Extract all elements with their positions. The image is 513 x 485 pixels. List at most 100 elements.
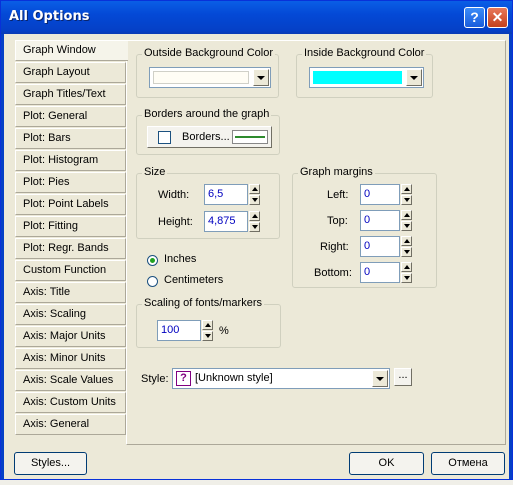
spin-up-icon[interactable] — [401, 184, 412, 194]
margin-bottom-input[interactable]: 0 — [360, 262, 400, 283]
tab-axis-minor-units[interactable]: Axis: Minor Units — [15, 348, 126, 369]
inside-background-label: Inside Background Color — [302, 47, 427, 59]
tab-plot-bars[interactable]: Plot: Bars — [15, 128, 126, 149]
margin-top-label: Top: — [327, 215, 348, 227]
style-browse-button[interactable]: ... — [394, 368, 412, 386]
inside-color-dropdown-button[interactable] — [406, 69, 422, 86]
graph-margins-label: Graph margins — [298, 166, 375, 178]
height-input[interactable]: 4,875 — [204, 211, 248, 232]
scaling-input[interactable]: 100 — [157, 320, 201, 341]
tab-axis-custom-units[interactable]: Axis: Custom Units — [15, 392, 126, 413]
close-button[interactable]: ✕ — [487, 7, 508, 28]
centimeters-radio[interactable] — [147, 276, 158, 287]
tab-plot-regr-bands[interactable]: Plot: Regr. Bands — [15, 238, 126, 259]
margin-right-spinner[interactable] — [401, 236, 412, 257]
width-input[interactable]: 6,5 — [204, 184, 248, 205]
height-label: Height: — [158, 216, 193, 228]
margin-top-input[interactable]: 0 — [360, 210, 400, 231]
borders-group-label: Borders around the graph — [142, 108, 272, 120]
outside-color-dropdown-button[interactable] — [253, 69, 269, 86]
unknown-style-icon: ? — [176, 371, 191, 386]
tab-graph-titles-text[interactable]: Graph Titles/Text — [15, 84, 126, 105]
margin-left-label: Left: — [327, 189, 349, 201]
spin-up-icon[interactable] — [401, 262, 412, 272]
inches-radio[interactable] — [147, 255, 158, 266]
window-border-left — [1, 34, 4, 479]
borders-button[interactable]: Borders... — [147, 126, 272, 148]
centimeters-label: Centimeters — [164, 274, 224, 286]
margin-left-spinner[interactable] — [401, 184, 412, 205]
style-value: [Unknown style] — [195, 372, 273, 384]
margin-bottom-spinner[interactable] — [401, 262, 412, 283]
spin-down-icon[interactable] — [249, 195, 260, 205]
style-label: Style: — [141, 373, 169, 385]
tab-axis-title[interactable]: Axis: Title — [15, 282, 126, 303]
spin-up-icon[interactable] — [401, 210, 412, 220]
graph-window-panel: Outside Background Color Inside Backgrou… — [126, 40, 506, 445]
spin-up-icon[interactable] — [249, 184, 260, 194]
height-spinner[interactable] — [249, 211, 260, 232]
margin-right-label: Right: — [320, 241, 349, 253]
window-border-right — [509, 34, 512, 479]
scaling-unit: % — [219, 325, 229, 337]
style-dropdown-button[interactable] — [372, 370, 388, 387]
borders-checkbox[interactable] — [158, 131, 171, 144]
tab-plot-histogram[interactable]: Plot: Histogram — [15, 150, 126, 171]
margin-top-spinner[interactable] — [401, 210, 412, 231]
spin-up-icon[interactable] — [401, 236, 412, 246]
spin-down-icon[interactable] — [401, 247, 412, 257]
spin-down-icon[interactable] — [249, 222, 260, 232]
tab-axis-general[interactable]: Axis: General — [15, 414, 126, 435]
outside-background-group: Outside Background Color — [136, 47, 279, 98]
scaling-spinner[interactable] — [202, 320, 213, 341]
spin-up-icon[interactable] — [249, 211, 260, 221]
tab-graph-layout[interactable]: Graph Layout — [15, 62, 126, 83]
tab-custom-function[interactable]: Custom Function — [15, 260, 126, 281]
margin-left-input[interactable]: 0 — [360, 184, 400, 205]
outside-background-color-select[interactable] — [149, 67, 271, 88]
width-spinner[interactable] — [249, 184, 260, 205]
outside-background-label: Outside Background Color — [142, 47, 276, 59]
size-group-label: Size — [142, 166, 168, 178]
graph-margins-group: Graph margins Left: 0 Top: 0 Right: 0 Bo… — [292, 166, 437, 288]
ok-button[interactable]: OK — [349, 452, 424, 475]
chevron-down-icon — [257, 75, 265, 80]
chevron-down-icon — [410, 75, 418, 80]
tab-plot-general[interactable]: Plot: General — [15, 106, 126, 127]
borders-group: Borders around the graph Borders... — [136, 108, 280, 155]
scaling-group: Scaling of fonts/markers 100 % — [136, 297, 281, 348]
scaling-group-label: Scaling of fonts/markers — [142, 297, 264, 309]
inside-color-swatch — [313, 71, 402, 84]
tab-axis-scaling[interactable]: Axis: Scaling — [15, 304, 126, 325]
styles-button[interactable]: Styles... — [14, 452, 87, 475]
background-strip — [0, 480, 513, 485]
tab-axis-major-units[interactable]: Axis: Major Units — [15, 326, 126, 347]
outside-color-swatch — [153, 71, 249, 84]
size-group: Size Width: 6,5 Height: 4,875 — [136, 166, 280, 239]
spin-down-icon[interactable] — [401, 195, 412, 205]
margin-right-input[interactable]: 0 — [360, 236, 400, 257]
margin-bottom-label: Bottom: — [314, 267, 352, 279]
cancel-button[interactable]: Отмена — [431, 452, 505, 475]
spin-down-icon[interactable] — [401, 221, 412, 231]
width-label: Width: — [158, 189, 190, 201]
window-title: All Options — [9, 9, 90, 24]
tab-plot-pies[interactable]: Plot: Pies — [15, 172, 126, 193]
inside-background-group: Inside Background Color — [296, 47, 433, 98]
spin-up-icon[interactable] — [202, 320, 213, 330]
tab-plot-fitting[interactable]: Plot: Fitting — [15, 216, 126, 237]
border-line-preview — [232, 130, 268, 144]
help-button[interactable]: ? — [464, 7, 485, 28]
style-select[interactable]: ? [Unknown style] — [172, 368, 390, 389]
tab-graph-window[interactable]: Graph Window — [15, 40, 128, 61]
chevron-down-icon — [376, 376, 384, 381]
borders-button-label: Borders... — [182, 131, 230, 143]
inches-label: Inches — [164, 253, 197, 265]
tab-axis-scale-values[interactable]: Axis: Scale Values — [15, 370, 126, 391]
all-options-dialog: All Options ? ✕ Graph Window Graph Layou… — [0, 0, 513, 480]
title-bar[interactable]: All Options ? ✕ — [1, 1, 512, 34]
spin-down-icon[interactable] — [202, 331, 213, 341]
tab-plot-point-labels[interactable]: Plot: Point Labels — [15, 194, 126, 215]
inside-background-color-select[interactable] — [309, 67, 424, 88]
spin-down-icon[interactable] — [401, 273, 412, 283]
